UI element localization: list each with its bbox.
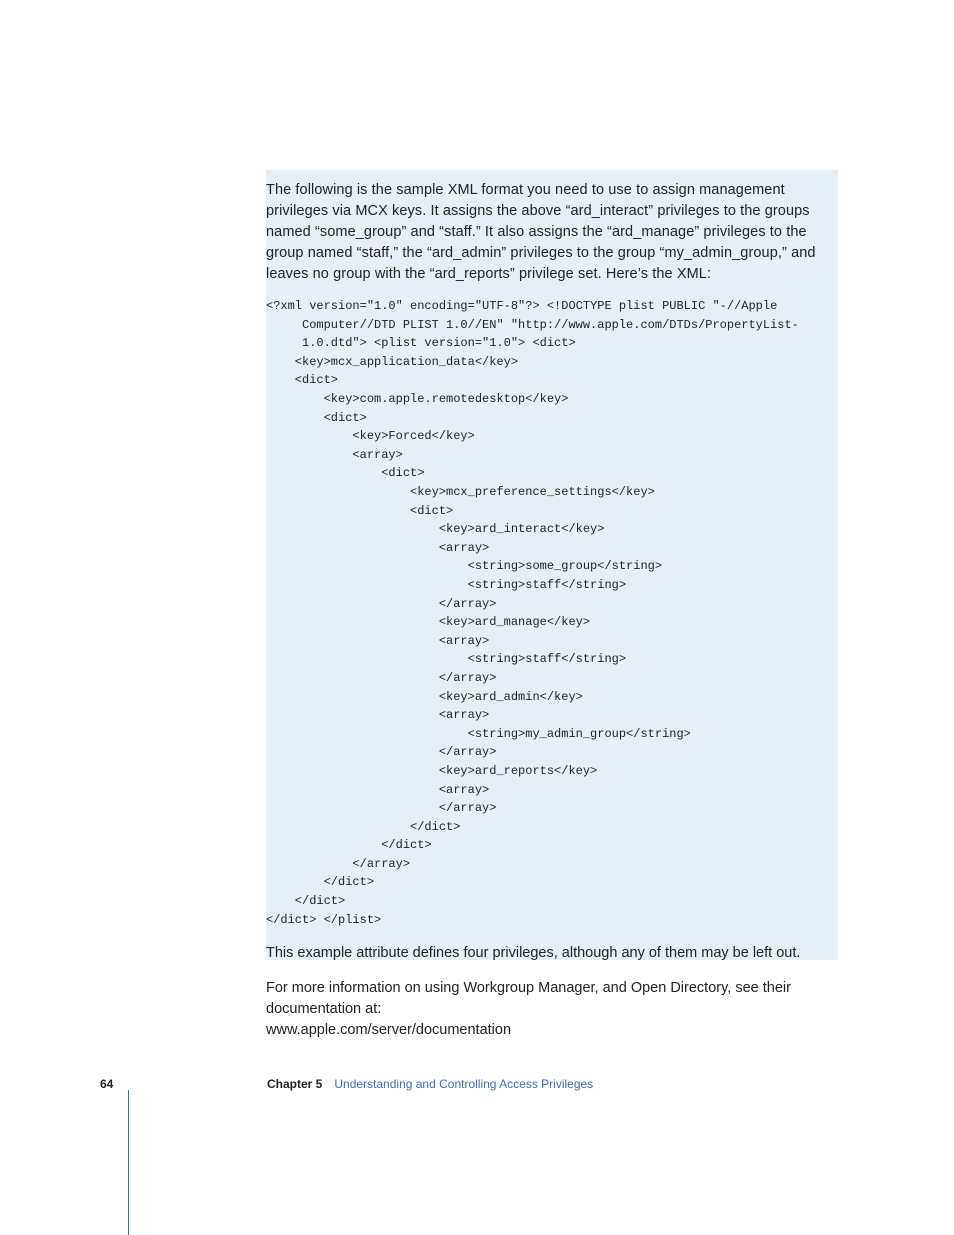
page: The following is the sample XML format y… <box>0 0 954 1235</box>
intro-paragraph: The following is the sample XML format y… <box>266 180 826 285</box>
followup-block: For more information on using Workgroup … <box>266 978 826 1041</box>
chapter-label: Chapter 5 <box>267 1077 322 1091</box>
footer: 64 Chapter 5 Understanding and Controlli… <box>100 1077 840 1091</box>
page-number: 64 <box>100 1077 267 1091</box>
margin-rule <box>128 1090 129 1235</box>
documentation-link[interactable]: www.apple.com/server/documentation <box>266 1020 826 1041</box>
chapter-title: Understanding and Controlling Access Pri… <box>334 1077 593 1091</box>
content-block: The following is the sample XML format y… <box>266 180 826 964</box>
followup-text: For more information on using Workgroup … <box>266 978 826 1020</box>
outro-paragraph: This example attribute defines four priv… <box>266 943 826 964</box>
xml-code-block: <?xml version="1.0" encoding="UTF-8"?> <… <box>266 297 826 929</box>
